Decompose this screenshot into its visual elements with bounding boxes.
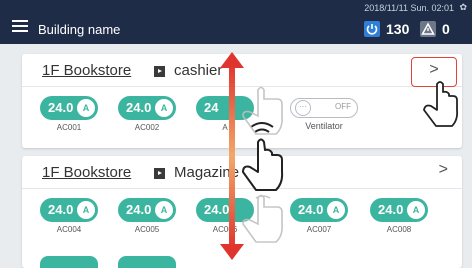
gesture-overlay [242, 81, 459, 243]
hand-pointer-icon [423, 81, 459, 127]
